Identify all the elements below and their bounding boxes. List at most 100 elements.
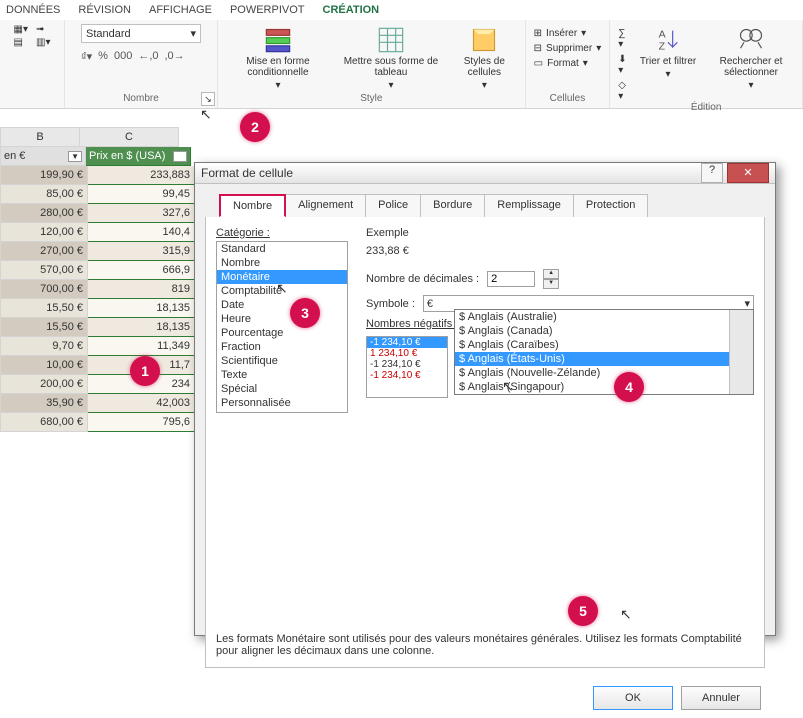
neg-opt[interactable]: 1 234,10 € (367, 348, 447, 359)
cell[interactable]: 234 (88, 375, 195, 394)
format-painter[interactable]: ▤ (12, 37, 30, 48)
autosum-button[interactable]: ∑ ▾ (616, 28, 630, 50)
cell[interactable]: 680,00 € (0, 413, 88, 432)
spin-up[interactable]: ▲ (543, 269, 559, 279)
format-button[interactable]: ▭ Format ▾ (532, 58, 604, 69)
number-dialog-launcher[interactable]: ↘ (201, 92, 215, 106)
cell[interactable]: 795,6 (88, 413, 195, 432)
cat-date[interactable]: Date (217, 298, 347, 312)
inc-dec-btn[interactable]: ←,0 (138, 50, 158, 63)
cell[interactable]: 200,00 € (0, 375, 88, 394)
merge-btn[interactable]: ▥▾ (34, 37, 52, 48)
sym-opt-sg[interactable]: $ Anglais (Singapour) (455, 380, 753, 394)
insert-button[interactable]: ⊞ Insérer ▾ (532, 28, 604, 39)
cell[interactable]: 99,45 (88, 185, 195, 204)
filter-b[interactable]: ▼ (68, 151, 82, 162)
cell[interactable]: 199,90 € (0, 166, 88, 185)
cell[interactable]: 15,50 € (0, 299, 88, 318)
cell[interactable]: 18,135 (88, 318, 195, 337)
neg-opt[interactable]: -1 234,10 € (367, 370, 447, 381)
tab-donnees[interactable]: DONNÉES (6, 4, 60, 16)
cat-comptabilite[interactable]: Comptabilité (217, 284, 347, 298)
dropdown-scrollbar[interactable] (729, 310, 753, 394)
percent-btn[interactable]: % (98, 50, 108, 63)
dlg-tab-protection[interactable]: Protection (573, 194, 649, 217)
cell[interactable]: 9,70 € (0, 337, 88, 356)
dlg-tab-bordure[interactable]: Bordure (420, 194, 485, 217)
cat-heure[interactable]: Heure (217, 312, 347, 326)
cell[interactable]: 270,00 € (0, 242, 88, 261)
cell-styles-button[interactable]: Styles de cellules▾ (450, 24, 519, 93)
filter-c[interactable]: ▼ (173, 151, 187, 162)
sym-opt-aus[interactable]: $ Anglais (Australie) (455, 310, 753, 324)
conditional-formatting-button[interactable]: Mise en forme conditionnelle▾ (224, 24, 332, 93)
sym-opt-car[interactable]: $ Anglais (Caraïbes) (455, 338, 753, 352)
cat-personnalisee[interactable]: Personnalisée (217, 396, 347, 410)
tab-creation[interactable]: CRÉATION (323, 4, 380, 16)
format-as-table-button[interactable]: Mettre sous forme de tableau▾ (336, 24, 446, 93)
tab-affichage[interactable]: AFFICHAGE (149, 4, 212, 16)
dec-dec-btn[interactable]: ,0→ (165, 50, 185, 63)
sym-opt-usa[interactable]: $ Anglais (États-Unis) (455, 352, 753, 366)
cat-scientifique[interactable]: Scientifique (217, 354, 347, 368)
cell[interactable]: 140,4 (88, 223, 195, 242)
fill-button[interactable]: ⬇ ▾ (616, 54, 630, 76)
table-header-b[interactable]: en €▼ (0, 147, 86, 166)
cell[interactable]: 315,9 (88, 242, 195, 261)
dialog-help-button[interactable]: ? (701, 163, 723, 183)
cell[interactable]: 700,00 € (0, 280, 88, 299)
col-header-b[interactable]: B (0, 127, 80, 147)
cat-fraction[interactable]: Fraction (217, 340, 347, 354)
cell[interactable]: 120,00 € (0, 223, 88, 242)
sym-opt-nz[interactable]: $ Anglais (Nouvelle-Zélande) (455, 366, 753, 380)
ok-button[interactable]: OK (593, 686, 673, 710)
cat-pourcentage[interactable]: Pourcentage (217, 326, 347, 340)
cell[interactable]: 10,00 € (0, 356, 88, 375)
category-list[interactable]: Standard Nombre Monétaire Comptabilité D… (216, 241, 348, 413)
cell[interactable]: 233,883 (88, 166, 195, 185)
cell[interactable]: 11,349 (88, 337, 195, 356)
paste-btn[interactable]: ▦▾ (12, 24, 30, 35)
cell[interactable]: 11,7 (88, 356, 195, 375)
table-header-c[interactable]: Prix en $ (USA)▼ (86, 147, 191, 166)
sort-filter-button[interactable]: AZTrier et filtrer▾ (634, 24, 702, 82)
comma-btn[interactable]: 000 (114, 50, 132, 63)
delete-button[interactable]: ⊟ Supprimer ▾ (532, 43, 604, 54)
symbol-dropdown[interactable]: $ Anglais (Australie) $ Anglais (Canada)… (454, 309, 754, 395)
cat-monetaire[interactable]: Monétaire (217, 270, 347, 284)
col-header-c[interactable]: C (80, 127, 179, 147)
cell[interactable]: 570,00 € (0, 261, 88, 280)
number-format-combo[interactable]: Standard▾ (81, 24, 201, 43)
dlg-tab-alignement[interactable]: Alignement (285, 194, 366, 217)
dlg-tab-remplissage[interactable]: Remplissage (484, 194, 574, 217)
dlg-tab-nombre[interactable]: Nombre (219, 194, 286, 217)
wrap-btn[interactable]: ➟ (34, 24, 52, 35)
spin-down[interactable]: ▼ (543, 279, 559, 289)
cell[interactable]: 42,003 (88, 394, 195, 413)
cell[interactable]: 280,00 € (0, 204, 88, 223)
cancel-button[interactable]: Annuler (681, 686, 761, 710)
currency-btn[interactable]: ₫▾ (81, 50, 92, 63)
cell[interactable]: 327,6 (88, 204, 195, 223)
decimals-input[interactable] (487, 271, 535, 287)
cell[interactable]: 666,9 (88, 261, 195, 280)
find-select-button[interactable]: Rechercher et sélectionner▾ (706, 24, 796, 93)
tab-revision[interactable]: RÉVISION (78, 4, 131, 16)
cell[interactable]: 15,50 € (0, 318, 88, 337)
cell[interactable]: 819 (88, 280, 195, 299)
cat-texte[interactable]: Texte (217, 368, 347, 382)
neg-opt[interactable]: -1 234,10 € (367, 337, 447, 348)
dialog-close-button[interactable]: ✕ (727, 163, 769, 183)
clear-button[interactable]: ◇ ▾ (616, 80, 630, 102)
cell[interactable]: 18,135 (88, 299, 195, 318)
negatives-list[interactable]: -1 234,10 € 1 234,10 € -1 234,10 € -1 23… (366, 336, 448, 398)
dlg-tab-police[interactable]: Police (365, 194, 421, 217)
sym-opt-can[interactable]: $ Anglais (Canada) (455, 324, 753, 338)
cell[interactable]: 35,90 € (0, 394, 88, 413)
cat-special[interactable]: Spécial (217, 382, 347, 396)
cat-standard[interactable]: Standard (217, 242, 347, 256)
tab-powerpivot[interactable]: POWERPIVOT (230, 4, 305, 16)
neg-opt[interactable]: -1 234,10 € (367, 359, 447, 370)
cat-nombre[interactable]: Nombre (217, 256, 347, 270)
cell[interactable]: 85,00 € (0, 185, 88, 204)
